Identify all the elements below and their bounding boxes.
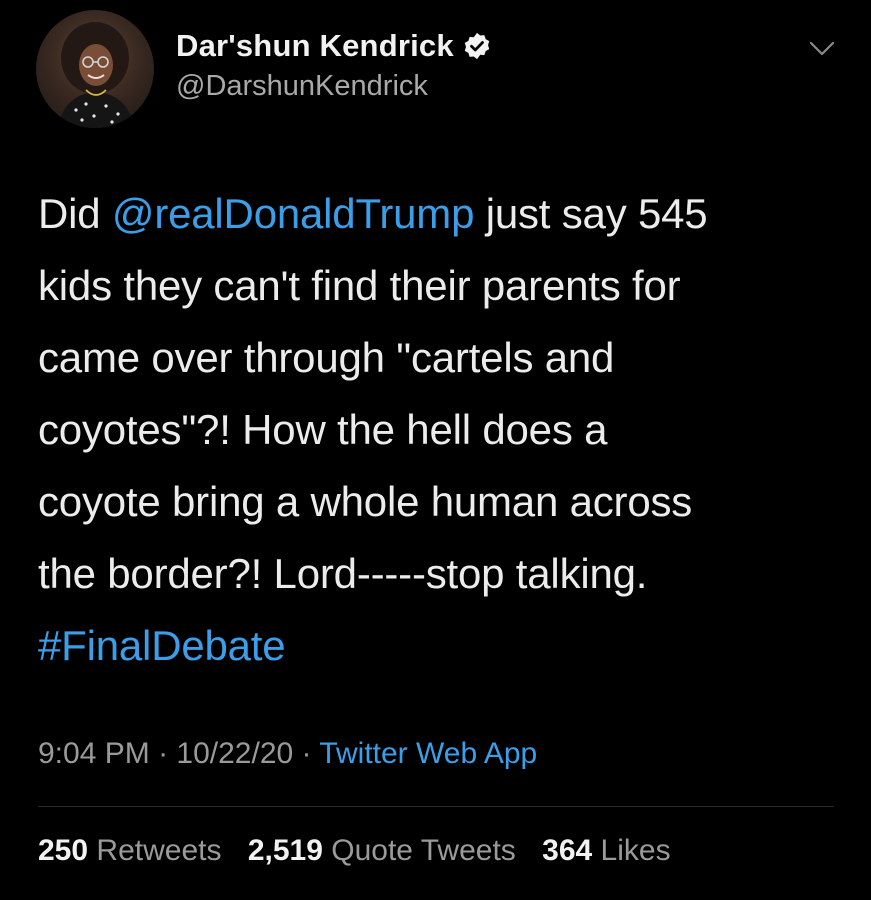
tweet-source-link[interactable]: Twitter Web App (319, 737, 537, 770)
retweets-label: Retweets (96, 834, 222, 867)
tweet-stats: 250 Retweets 2,519 Quote Tweets 364 Like… (38, 834, 689, 868)
tweet-text-line1-pre: Did (38, 190, 112, 237)
meta-separator: · (293, 737, 320, 770)
quote-tweets-label: Quote Tweets (331, 834, 516, 867)
hashtag-link[interactable]: #FinalDebate (38, 622, 286, 669)
likes-label: Likes (600, 834, 671, 867)
retweets-stat[interactable]: 250 Retweets (38, 834, 221, 867)
likes-count: 364 (542, 834, 593, 867)
tweet-meta: 9:04 PM · 10/22/20 · Twitter Web App (38, 737, 537, 771)
author-display-name[interactable]: Dar'shun Kendrick (176, 28, 454, 64)
likes-stat[interactable]: 364 Likes (542, 834, 670, 867)
author-handle[interactable]: @DarshunKendrick (176, 70, 428, 103)
quote-tweets-count: 2,519 (247, 834, 323, 867)
author-name-row: Dar'shun Kendrick (176, 26, 492, 66)
avatar-image (58, 22, 134, 128)
avatar[interactable] (36, 10, 154, 128)
tweet-text-line: coyotes"?! How the hell does a (38, 406, 608, 453)
meta-separator: · (149, 737, 177, 770)
retweets-count: 250 (38, 834, 89, 867)
tweet-time[interactable]: 9:04 PM (38, 737, 150, 770)
quote-tweets-stat[interactable]: 2,519 Quote Tweets (248, 834, 516, 867)
tweet-text-line: kids they can't find their parents for (38, 262, 681, 309)
tweet-text-line: the border?! Lord-----stop talking. (38, 550, 648, 597)
tweet-text: Did @realDonaldTrump just say 545 kids t… (38, 178, 838, 682)
verified-badge-icon (464, 32, 490, 60)
mention-link[interactable]: @realDonaldTrump (112, 190, 475, 237)
chevron-down-icon[interactable] (806, 34, 838, 62)
divider (38, 806, 834, 807)
tweet-card: Dar'shun Kendrick @DarshunKendrick Did @… (0, 0, 871, 900)
tweet-text-line: came over through "cartels and (38, 334, 615, 381)
tweet-text-line1-post: just say 545 (474, 190, 708, 237)
tweet-date[interactable]: 10/22/20 (176, 737, 293, 770)
tweet-text-line: coyote bring a whole human across (38, 478, 693, 525)
